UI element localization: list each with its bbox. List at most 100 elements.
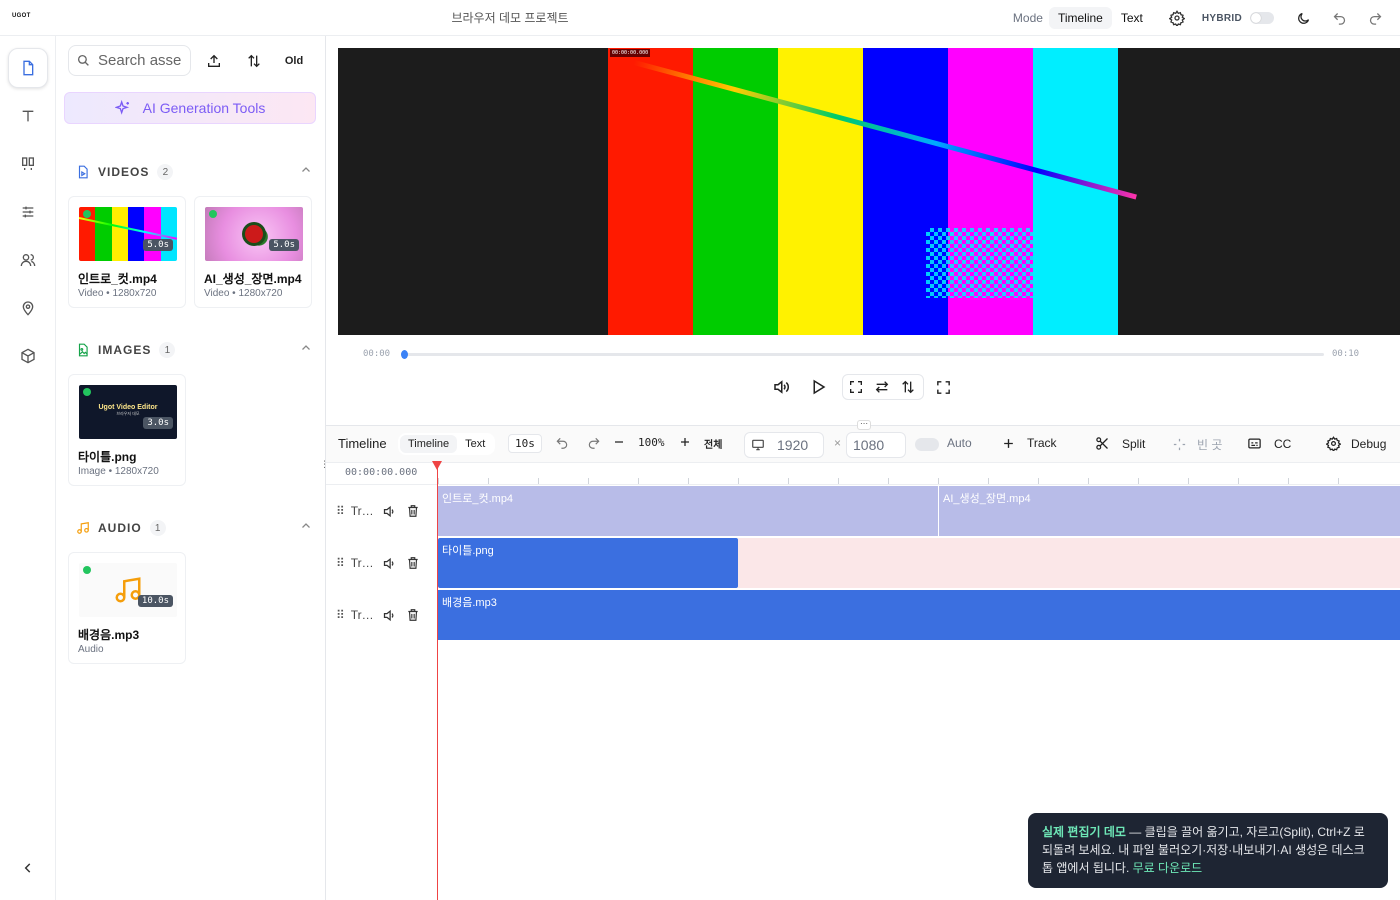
current-time: 00:00 [363,349,391,359]
collapse-chevron-icon[interactable] [8,848,48,888]
sort-icon[interactable] [242,49,266,73]
playhead[interactable] [432,461,442,900]
timeline-ruler[interactable]: 00:00:00.000 [326,463,1400,485]
timeline-clip-audio[interactable]: 배경음.mp3 [438,590,1400,640]
preview-scrubber[interactable]: 00:00 00:10 [326,345,1400,365]
download-link[interactable]: 무료 다운로드 [1133,861,1203,875]
chevron-up-icon[interactable] [300,342,312,354]
flip-vertical-icon[interactable] [900,374,916,400]
dark-mode-icon[interactable] [1288,3,1318,33]
track-empty-area[interactable] [738,538,1400,588]
status-dot [83,388,91,396]
hybrid-toggle[interactable] [1250,12,1274,24]
canvas-height-value: 1080 [853,437,885,453]
drag-handle-icon[interactable]: ⠿ [336,556,345,570]
ruler-tick [488,478,489,484]
fullscreen-icon[interactable] [935,374,952,400]
trash-icon[interactable] [406,504,420,518]
debug-label: Debug [1351,436,1387,451]
add-track-button[interactable]: Track [1002,436,1057,450]
asset-card-video[interactable]: 5.0s AI_생성_장면.mp4 Video • 1280x720 [194,196,312,308]
sort-order-button[interactable]: Old [282,49,306,73]
ruler-tick [638,478,639,484]
volume-icon[interactable] [772,374,790,400]
duration-chip[interactable]: 10s [508,434,542,453]
crop-icon[interactable] [848,374,864,400]
canvas-width-field[interactable]: 1920 [744,432,824,458]
zoom-level: 100% [638,436,665,449]
zoom-in-icon[interactable] [679,436,691,448]
timeline-mode-text[interactable]: Text [457,435,493,453]
templates-icon[interactable] [8,144,48,184]
gap-button[interactable]: 빈 곳 [1172,436,1222,453]
ruler-tick [1238,478,1239,484]
search-box[interactable] [68,45,191,76]
settings-icon[interactable] [1162,3,1192,33]
split-button[interactable]: Split [1095,436,1145,451]
trash-icon[interactable] [406,608,420,622]
trash-icon[interactable] [406,556,420,570]
ruler-tick [788,478,789,484]
fit-all-button[interactable]: 전체 [704,436,722,451]
timeline-clip-video[interactable]: AI_생성_장면.mp4 [938,486,1400,536]
duration-badge: 3.0s [143,417,173,429]
toast-title: 실제 편집기 데모 [1042,825,1126,839]
timeline-undo-icon[interactable] [555,436,569,450]
drag-handle-icon[interactable]: ⠿ [336,504,345,518]
timeline-clip-image[interactable]: 타이틀.png [438,538,738,588]
speaker-icon[interactable] [382,556,397,571]
search-icon [77,54,89,66]
captions-button[interactable]: CC [1247,436,1291,451]
search-input[interactable] [98,52,182,69]
videos-section-header[interactable]: VIDEOS 2 [76,162,312,182]
ai-generation-tools-button[interactable]: AI Generation Tools [64,92,316,124]
asset-card-image[interactable]: Ugot Video Editor 브라우저 데모 3.0s 타이틀.png I… [68,374,186,486]
asset-card-video[interactable]: 5.0s 인트로_컷.mp4 Video • 1280x720 [68,196,186,308]
project-title[interactable]: 브라우저 데모 프로젝트 [0,9,1020,26]
people-icon[interactable] [8,240,48,280]
timeline-mode-timeline[interactable]: Timeline [400,435,458,453]
frame-timecode: 00:00:00.000 [610,49,651,57]
asset-card-audio[interactable]: 10.0s 배경음.mp3 Audio [68,552,186,664]
timeline-clip-video[interactable]: 인트로_컷.mp4 [438,486,938,536]
zoom-out-icon[interactable] [613,436,625,448]
speaker-icon[interactable] [382,608,397,623]
text-icon[interactable] [8,96,48,136]
ruler-tick [1288,478,1289,484]
duration-badge: 5.0s [143,239,173,251]
track-name[interactable]: Tr… [351,608,374,622]
debug-button[interactable]: Debug [1326,436,1386,451]
section-title: VIDEOS [98,165,150,179]
play-icon[interactable] [809,374,827,400]
track-name[interactable]: Tr… [351,504,374,518]
drag-handle-icon[interactable]: ⠿ [336,608,345,622]
flip-horizontal-icon[interactable] [874,374,890,400]
cube-icon[interactable] [8,336,48,376]
scrub-handle[interactable] [401,350,408,359]
mode-label: Mode [1012,11,1043,25]
scrub-track[interactable] [403,353,1324,356]
mode-timeline-button[interactable]: Timeline [1048,7,1112,29]
chevron-up-icon[interactable] [300,164,312,176]
timeline-redo-icon[interactable] [587,436,601,450]
audio-section-header[interactable]: AUDIO 1 [76,518,312,538]
canvas-height-field[interactable]: 1080 [846,432,906,458]
adjust-icon[interactable] [8,192,48,232]
track-name[interactable]: Tr… [351,556,374,570]
left-rail [0,36,56,900]
undo-icon[interactable] [1324,3,1354,33]
mode-text-button[interactable]: Text [1112,7,1152,29]
images-section-header[interactable]: IMAGES 1 [76,340,312,360]
music-note-icon [77,522,89,534]
upload-icon[interactable] [202,49,226,73]
panel-splitter-icon[interactable]: ⋮ [320,460,329,474]
auto-toggle[interactable] [915,438,939,451]
video-preview[interactable]: 00:00:00.000 [338,48,1400,335]
chevron-up-icon[interactable] [300,520,312,532]
speaker-icon[interactable] [382,504,397,519]
resize-handle[interactable]: ⋯ [857,420,871,430]
redo-icon[interactable] [1360,3,1390,33]
split-label: Split [1122,436,1146,451]
media-icon[interactable] [8,48,48,88]
location-icon[interactable] [8,288,48,328]
